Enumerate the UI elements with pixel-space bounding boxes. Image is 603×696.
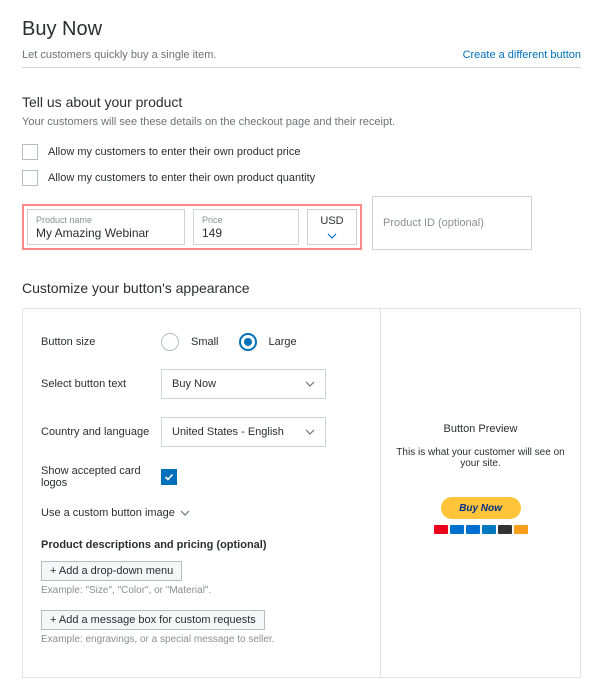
dropdown-example: Example: "Size", "Color", or "Material". — [41, 585, 362, 596]
page-title: Buy Now — [22, 18, 581, 41]
currency-select[interactable]: USD — [307, 209, 357, 245]
options-heading: Product descriptions and pricing (option… — [41, 539, 362, 551]
button-text-select[interactable]: Buy Now — [161, 369, 326, 399]
product-section-title: Tell us about your product — [22, 94, 581, 110]
card-logo — [498, 525, 512, 534]
button-size-label: Button size — [41, 336, 161, 348]
allow-own-price-checkbox[interactable] — [22, 144, 38, 160]
product-name-field[interactable]: Product name — [27, 209, 185, 245]
card-logo — [434, 525, 448, 534]
size-large-label: Large — [269, 336, 297, 348]
allow-own-quantity-label: Allow my customers to enter their own pr… — [48, 172, 315, 184]
country-label: Country and language — [41, 426, 161, 438]
chevron-down-icon — [305, 427, 315, 437]
product-id-field[interactable] — [372, 196, 532, 250]
product-id-input[interactable] — [383, 217, 521, 229]
card-logo — [482, 525, 496, 534]
price-field[interactable]: Price — [193, 209, 299, 245]
highlight-box: Product name Price USD — [22, 204, 362, 250]
preview-button: Buy Now — [441, 497, 521, 519]
allow-own-price-label: Allow my customers to enter their own pr… — [48, 146, 301, 158]
size-small-label: Small — [191, 336, 219, 348]
custom-image-toggle[interactable]: Use a custom button image — [41, 507, 190, 519]
add-dropdown-button[interactable]: + Add a drop-down menu — [41, 561, 182, 581]
currency-value: USD — [320, 215, 343, 227]
add-message-box-button[interactable]: + Add a message box for custom requests — [41, 610, 265, 630]
chevron-down-icon — [305, 379, 315, 389]
card-logo — [450, 525, 464, 534]
card-logos — [389, 525, 572, 534]
show-logos-checkbox[interactable] — [161, 469, 177, 485]
price-label: Price — [202, 216, 290, 226]
button-text-value: Buy Now — [172, 378, 216, 390]
chevron-down-icon — [327, 231, 337, 241]
show-logos-label: Show accepted card logos — [41, 465, 161, 489]
preview-title: Button Preview — [389, 423, 572, 435]
create-different-button-link[interactable]: Create a different button — [463, 49, 581, 61]
card-logo — [514, 525, 528, 534]
price-input[interactable] — [202, 225, 290, 240]
country-value: United States - English — [172, 426, 284, 438]
product-name-label: Product name — [36, 216, 176, 226]
size-small-radio[interactable] — [161, 333, 179, 351]
allow-own-quantity-checkbox[interactable] — [22, 170, 38, 186]
size-large-radio[interactable] — [239, 333, 257, 351]
product-section-subtext: Your customers will see these details on… — [22, 116, 581, 128]
chevron-down-icon — [180, 508, 190, 518]
preview-text: This is what your customer will see on y… — [389, 447, 572, 469]
page-subtext: Let customers quickly buy a single item. — [22, 49, 216, 61]
customize-section-title: Customize your button's appearance — [22, 280, 581, 296]
country-select[interactable]: United States - English — [161, 417, 326, 447]
message-box-example: Example: engravings, or a special messag… — [41, 634, 362, 645]
product-name-input[interactable] — [36, 225, 176, 240]
button-text-label: Select button text — [41, 378, 161, 390]
card-logo — [466, 525, 480, 534]
